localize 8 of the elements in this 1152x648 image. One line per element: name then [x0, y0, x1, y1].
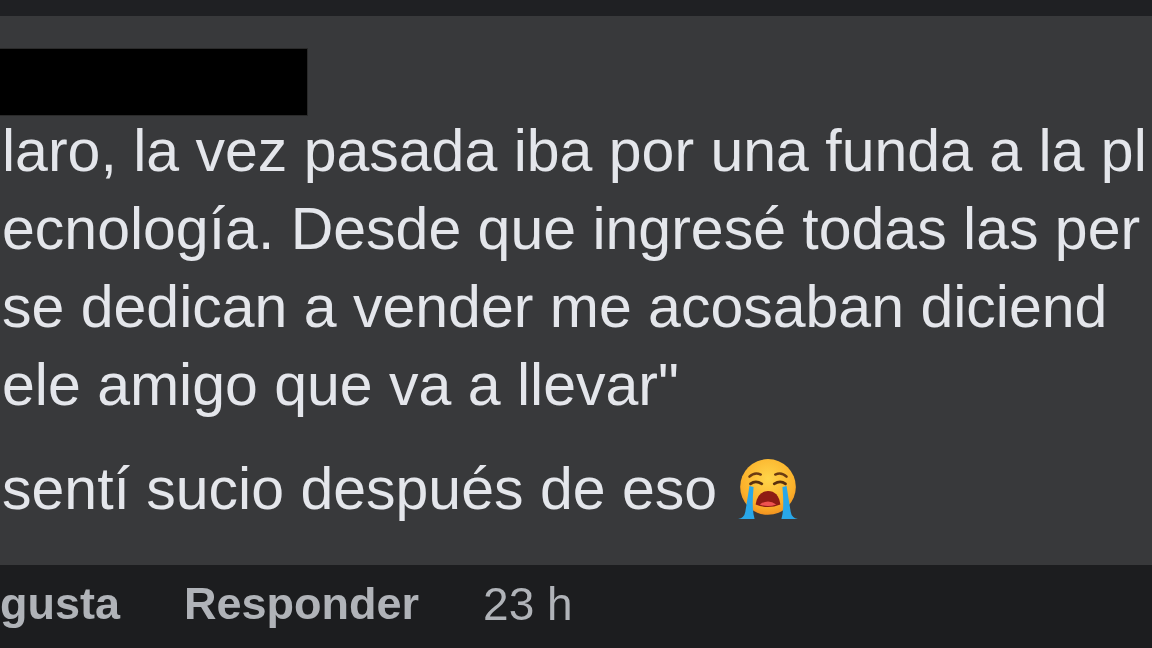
comment-timestamp[interactable]: 23 h	[483, 576, 573, 631]
comment-text-line: ele amigo que va a llevar"	[2, 351, 679, 420]
comment-text-line: laro, la vez pasada iba por una funda a la pl	[2, 117, 1147, 186]
comment-action-link[interactable]: Responder	[184, 577, 420, 630]
comment-text-line: sentí sucio después de eso	[2, 455, 718, 524]
comment-text-line: se dedican a vender me acosaban diciend	[2, 273, 1108, 342]
comment-text-line: ecnología. Desde que ingresé todas las per	[2, 195, 1141, 264]
comment-action-link[interactable]: gusta	[0, 577, 120, 630]
